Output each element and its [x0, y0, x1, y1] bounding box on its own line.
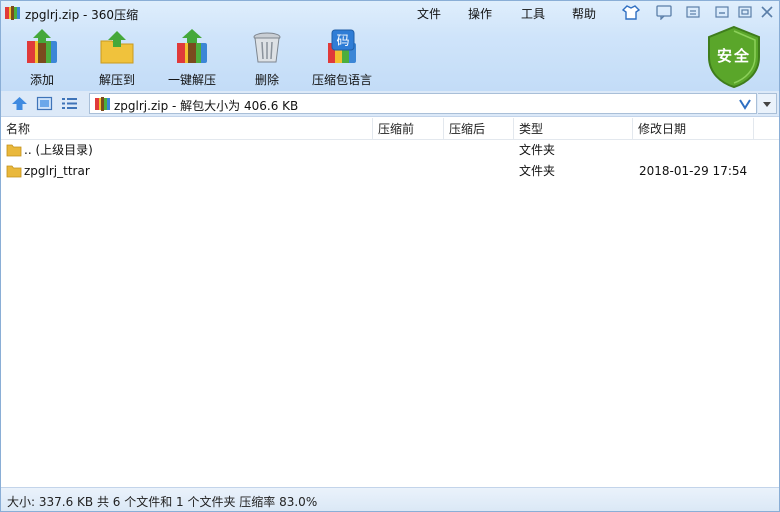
dropdown-arrow-icon	[763, 102, 771, 107]
archive-encoding-label: 压缩包语言	[311, 73, 372, 87]
archive-encoding-icon-text: 码	[336, 34, 349, 49]
security-badge[interactable]: 安全	[705, 25, 763, 89]
up-arrow-icon[interactable]	[11, 96, 28, 111]
skin-shirt-icon[interactable]	[622, 4, 640, 20]
address-field[interactable]: zpglrj.zip - 解包大小为 406.6 KB	[89, 93, 757, 114]
delete-label: 删除	[254, 73, 279, 87]
security-label: 安全	[716, 47, 751, 65]
archive-file-icon	[95, 97, 110, 111]
table-row[interactable]: zpglrj_ttrar 文件夹 2018-01-29 17:54	[1, 161, 779, 182]
large-icon-view-icon[interactable]	[36, 96, 53, 111]
minimize-icon[interactable]	[713, 4, 731, 20]
row-type: 文件夹	[519, 143, 556, 157]
archive-encoding-button[interactable]: 码 压缩包语言	[307, 29, 377, 89]
delete-icon	[253, 32, 281, 63]
row-type: 文件夹	[519, 164, 556, 178]
header-area: zpglrj.zip - 360压缩 文件 操作 工具 帮助 添加 解压到 一键…	[1, 1, 779, 91]
column-modified-date[interactable]: 修改日期	[633, 118, 754, 140]
title-bar: zpglrj.zip - 360压缩 文件 操作 工具 帮助	[1, 1, 779, 25]
row-date: 2018-01-29 17:54	[639, 164, 748, 178]
address-text: zpglrj.zip - 解包大小为 406.6 KB	[114, 99, 299, 113]
column-size-before[interactable]: 压缩前	[373, 118, 444, 140]
maximize-icon[interactable]	[736, 4, 754, 20]
address-dropdown-button[interactable]	[758, 93, 777, 114]
app-logo-icon	[5, 6, 20, 20]
add-label: 添加	[29, 73, 54, 87]
row-name: .. (上级目录)	[24, 143, 93, 157]
close-icon[interactable]	[758, 4, 776, 20]
archive-encoding-icon: 码	[328, 29, 356, 63]
column-size-after[interactable]: 压缩后	[444, 118, 514, 140]
menu-dropdown-icon[interactable]	[684, 4, 702, 20]
row-name: zpglrj_ttrar	[24, 164, 90, 178]
column-type[interactable]: 类型	[514, 118, 633, 140]
extract-to-button[interactable]: 解压到	[82, 29, 152, 89]
menu-operation[interactable]: 操作	[468, 5, 492, 22]
status-bar: 大小: 337.6 KB 共 6 个文件和 1 个文件夹 压缩率 83.0%	[1, 487, 779, 511]
folder-icon	[6, 144, 22, 157]
delete-button[interactable]: 删除	[232, 29, 302, 89]
menu-tools[interactable]: 工具	[521, 5, 545, 22]
file-list-header: 名称 压缩前 压缩后 类型 修改日期	[1, 118, 779, 140]
folder-icon	[6, 165, 22, 178]
add-archive-icon	[27, 29, 57, 63]
address-bar-row: zpglrj.zip - 解包大小为 406.6 KB	[1, 91, 779, 117]
column-name[interactable]: 名称	[1, 118, 373, 140]
chevron-down-icon[interactable]	[738, 97, 752, 111]
one-click-extract-label: 一键解压	[167, 73, 216, 87]
feedback-icon[interactable]	[655, 4, 673, 20]
list-view-icon[interactable]	[61, 96, 78, 111]
one-click-extract-icon	[177, 29, 207, 63]
app-window: zpglrj.zip - 360压缩 文件 操作 工具 帮助 添加 解压到 一键…	[0, 0, 780, 512]
window-title: zpglrj.zip - 360压缩	[25, 8, 139, 22]
extract-to-icon	[100, 31, 134, 64]
one-click-extract-button[interactable]: 一键解压	[157, 29, 227, 89]
table-row[interactable]: .. (上级目录) 文件夹	[1, 140, 779, 161]
menu-help[interactable]: 帮助	[572, 5, 596, 22]
menu-file[interactable]: 文件	[417, 5, 441, 22]
status-text: 大小: 337.6 KB 共 6 个文件和 1 个文件夹 压缩率 83.0%	[7, 495, 318, 509]
add-button[interactable]: 添加	[7, 29, 77, 89]
extract-to-label: 解压到	[98, 73, 135, 87]
